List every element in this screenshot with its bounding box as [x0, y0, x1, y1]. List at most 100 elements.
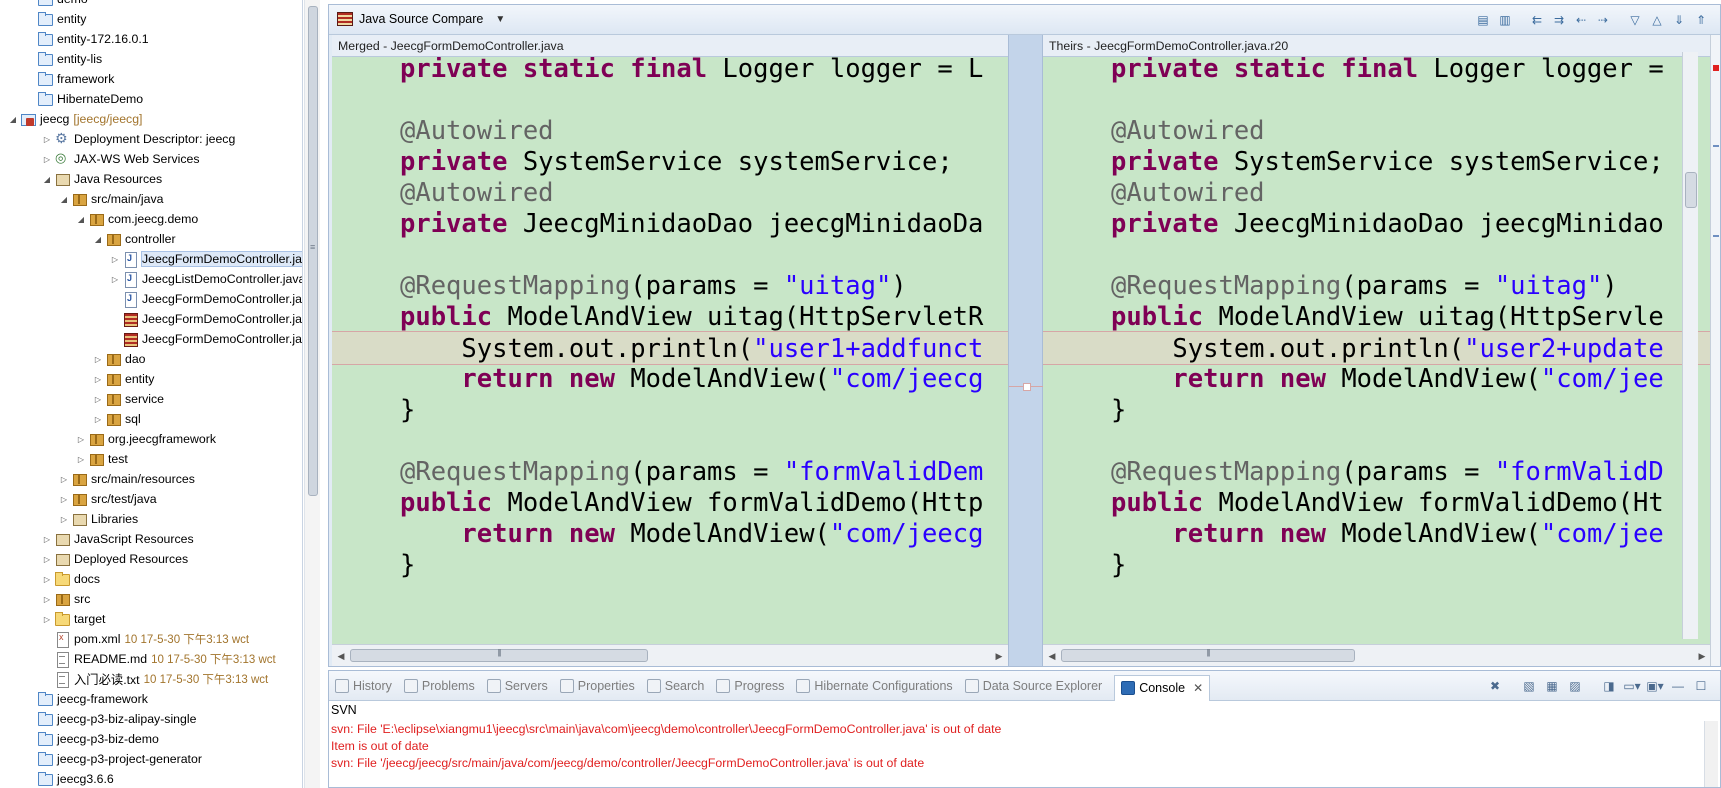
code-line[interactable]: @Autowired [1043, 176, 1711, 210]
tree-item[interactable]: ◢ Java Resources [0, 169, 302, 189]
collapsed-arrow-icon[interactable]: ▷ [57, 515, 71, 524]
code-line[interactable]: @RequestMapping(params = "formValidDem [332, 455, 1008, 489]
tree-item[interactable]: ▷ Libraries [0, 509, 302, 529]
clear-console-icon[interactable]: ▧ [1520, 678, 1538, 694]
collapsed-arrow-icon[interactable]: ▷ [74, 435, 88, 444]
collapsed-arrow-icon[interactable]: ▷ [40, 615, 54, 624]
tree-item[interactable]: ▷ docs [0, 569, 302, 589]
tab-progress[interactable]: Progress [716, 678, 784, 693]
previous-difference-icon[interactable]: △ [1648, 12, 1666, 28]
code-line[interactable]: @Autowired [332, 176, 1008, 210]
word-wrap-icon[interactable]: ▨ [1566, 678, 1584, 694]
collapsed-arrow-icon[interactable]: ▷ [108, 275, 122, 284]
tree-item[interactable]: ▷ src/main/resources [0, 469, 302, 489]
tree-item[interactable]: ◢ src/main/java [0, 189, 302, 209]
collapsed-arrow-icon[interactable]: ▷ [40, 535, 54, 544]
scroll-right-icon[interactable]: ▶ [1695, 649, 1709, 663]
compare-vertical-scrollbar[interactable] [1682, 52, 1698, 639]
copy-all-left-icon[interactable]: ⇇ [1528, 12, 1546, 28]
tree-item[interactable]: README.md 10 17-5-30 下午3:13 wct [0, 649, 302, 669]
tree-item[interactable]: ◢ com.jeecg.demo [0, 209, 302, 229]
next-difference-icon[interactable]: ▽ [1626, 12, 1644, 28]
tree-item[interactable]: ▷ org.jeecgframework [0, 429, 302, 449]
console-vertical-scrollbar[interactable] [1704, 721, 1718, 787]
tree-item[interactable]: jeecg-framework [0, 689, 302, 709]
tree-item[interactable]: ▷ test [0, 449, 302, 469]
theirs-scroll-thumb[interactable] [1061, 649, 1355, 662]
collapsed-arrow-icon[interactable]: ▷ [108, 255, 122, 264]
tab-search[interactable]: Search [646, 678, 704, 693]
code-line[interactable]: return new ModelAndView("com/jee [1043, 362, 1711, 396]
merged-pane[interactable]: Merged - JeecgFormDemoController.java pr… [332, 35, 1008, 666]
tab-data-source-explorer[interactable]: Data Source Explorer [964, 678, 1102, 693]
code-line[interactable] [1043, 83, 1711, 117]
expanded-arrow-icon[interactable]: ◢ [57, 195, 71, 204]
tab-servers[interactable]: Servers [486, 678, 548, 693]
display-console-icon[interactable]: ▭▾ [1623, 678, 1641, 694]
code-line[interactable]: @RequestMapping(params = "uitag") [1043, 269, 1711, 303]
tree-item[interactable]: ▷ Deployment Descriptor: jeecg [0, 129, 302, 149]
two-way-compare-icon[interactable]: ▤ [1474, 12, 1492, 28]
code-line[interactable]: private SystemService systemService; [1043, 145, 1711, 179]
collapsed-arrow-icon[interactable]: ▷ [40, 575, 54, 584]
code-line[interactable]: private SystemService systemService; [332, 145, 1008, 179]
code-line[interactable] [1043, 238, 1711, 272]
pin-console-icon[interactable]: ◨ [1600, 678, 1618, 694]
collapsed-arrow-icon[interactable]: ▷ [91, 395, 105, 404]
code-line[interactable]: @Autowired [332, 114, 1008, 148]
code-line[interactable] [1043, 424, 1711, 458]
changed-code-line[interactable]: System.out.println("user1+addfunct [332, 331, 1008, 365]
explorer-scroll-thumb[interactable] [308, 6, 318, 496]
compare-scroll-thumb[interactable] [1685, 172, 1697, 208]
collapsed-arrow-icon[interactable]: ▷ [74, 455, 88, 464]
tab-properties[interactable]: Properties [559, 678, 635, 693]
tree-item[interactable]: pom.xml10 17-5-30 下午3:13 wct [0, 629, 302, 649]
change-marker[interactable] [1713, 235, 1719, 237]
tree-item[interactable]: ◢ controller [0, 229, 302, 249]
tree-item[interactable]: jeecg-p3-biz-demo [0, 729, 302, 749]
ancestor-pane-icon[interactable]: ▥ [1496, 12, 1514, 28]
collapsed-arrow-icon[interactable]: ▷ [40, 595, 54, 604]
overview-ruler[interactable] [1710, 35, 1720, 666]
scroll-left-icon[interactable]: ◀ [334, 649, 348, 663]
code-line[interactable]: public ModelAndView uitag(HttpServle [1043, 300, 1711, 334]
tree-item[interactable]: ▷ target [0, 609, 302, 629]
previous-change-icon[interactable]: ⇑ [1692, 12, 1710, 28]
maximize-icon[interactable]: ☐ [1692, 678, 1710, 694]
tree-item[interactable]: entity-172.16.0.1 [0, 29, 302, 49]
tree-item[interactable]: ▷ entity [0, 369, 302, 389]
compare-title[interactable]: Java Source Compare ▼ [337, 12, 505, 26]
collapsed-arrow-icon[interactable]: ▷ [57, 495, 71, 504]
remove-launch-icon[interactable]: ✖ [1486, 678, 1504, 694]
chevron-down-icon[interactable]: ▼ [495, 14, 505, 25]
tab-history[interactable]: History [335, 678, 392, 693]
scroll-lock-icon[interactable]: ▦ [1543, 678, 1561, 694]
explorer-vertical-scrollbar[interactable] [304, 0, 320, 788]
code-line[interactable]: public ModelAndView formValidDemo(Http [332, 486, 1008, 520]
tree-item[interactable]: jeecg3.6.6 [0, 769, 302, 788]
tab-console[interactable]: Console ✕ [1114, 674, 1211, 701]
merged-code[interactable]: private static final Logger logger = L @A… [332, 57, 1008, 644]
tree-item[interactable]: 入门必读.txt 10 17-5-30 下午3:13 wct [0, 669, 302, 689]
tree-item[interactable]: ▷ JeecgListDemoController.java [0, 269, 302, 289]
minimize-icon[interactable]: — [1669, 678, 1687, 694]
merged-scroll-thumb[interactable] [350, 649, 648, 662]
code-line[interactable] [332, 83, 1008, 117]
collapsed-arrow-icon[interactable]: ▷ [40, 135, 54, 144]
collapsed-arrow-icon[interactable]: ▷ [40, 155, 54, 164]
collapsed-arrow-icon[interactable]: ▷ [91, 375, 105, 384]
collapsed-arrow-icon[interactable]: ▷ [91, 355, 105, 364]
tree-item[interactable]: ▷ src/test/java [0, 489, 302, 509]
code-line[interactable]: return new ModelAndView("com/jeecg [332, 362, 1008, 396]
tab-hibernate-configurations[interactable]: Hibernate Configurations [796, 678, 953, 693]
console-output[interactable]: svn: File 'E:\eclipse\xiangmu1\jeecg\src… [331, 721, 1700, 772]
tree-item[interactable]: ▷ dao [0, 349, 302, 369]
changed-code-line[interactable]: System.out.println("user2+update [1043, 331, 1711, 365]
code-line[interactable]: private static final Logger logger = [1043, 57, 1711, 86]
collapsed-arrow-icon[interactable]: ▷ [91, 415, 105, 424]
code-line[interactable] [332, 424, 1008, 458]
theirs-code[interactable]: private static final Logger logger = @Au… [1043, 57, 1711, 644]
tree-item[interactable]: ▷ JAX-WS Web Services [0, 149, 302, 169]
tree-item[interactable]: JeecgFormDemoController.java [0, 329, 302, 349]
tree-item[interactable]: ◢ jeecg [jeecg/jeecg] [0, 109, 302, 129]
